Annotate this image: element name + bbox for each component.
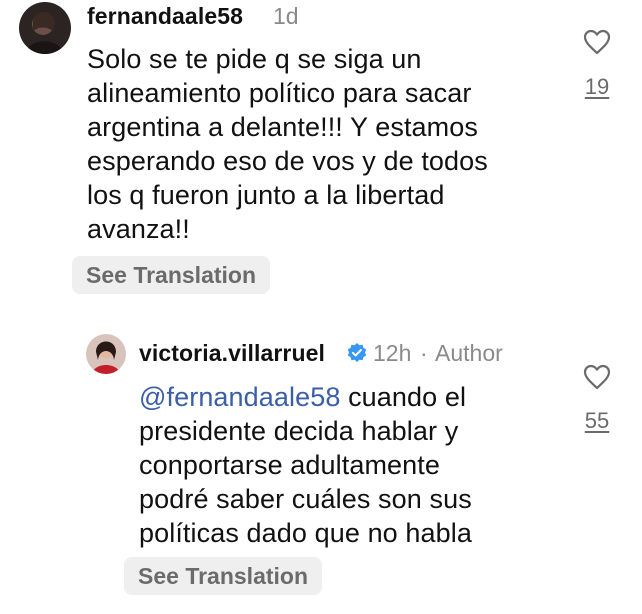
comment-line: alineamiento político para sacar (87, 78, 472, 108)
author-avatar[interactable] (86, 334, 126, 374)
like-count[interactable]: 19 (577, 74, 617, 100)
heart-outline-icon[interactable] (583, 29, 611, 60)
comment-line: los q fueron junto a la libertad (87, 180, 445, 210)
comment-time: 1d (273, 3, 299, 29)
like-count[interactable]: 55 (577, 408, 617, 434)
see-translation-button[interactable]: See Translation (124, 557, 323, 595)
comment-time: 12h (373, 340, 412, 366)
comment-line: avanza!! (87, 214, 190, 244)
verified-badge-icon (346, 342, 368, 367)
meta-separator: · (420, 340, 428, 366)
see-translation-button[interactable]: See Translation (72, 256, 271, 294)
comment-line: presidente decida hablar y (139, 416, 459, 446)
comment-line: Solo se te pide q se siga un (87, 44, 422, 74)
comment-username[interactable]: victoria.villarruel (139, 340, 325, 367)
mention-line-rest: cuando el (340, 382, 467, 412)
comment-line: conportarse adultamente (139, 450, 440, 480)
comment-line: esperando eso de vos y de todos (87, 146, 488, 176)
comment-line: podré saber cuáles son sus (139, 484, 472, 514)
comment-username[interactable]: fernandaale58 (87, 3, 243, 30)
user-avatar-dark-icon (19, 2, 71, 54)
comment-line: @fernandaale58 cuando el (139, 380, 466, 414)
commenter-avatar[interactable] (19, 2, 71, 54)
comment-line: argentina a delante!!! Y estamos (87, 112, 478, 142)
heart-outline-icon[interactable] (583, 364, 611, 395)
comment-line: políticas dado que no habla (139, 518, 472, 548)
mention-link[interactable]: @fernandaale58 (139, 382, 340, 412)
author-label: Author (435, 340, 503, 366)
user-avatar-red-icon (86, 334, 126, 374)
